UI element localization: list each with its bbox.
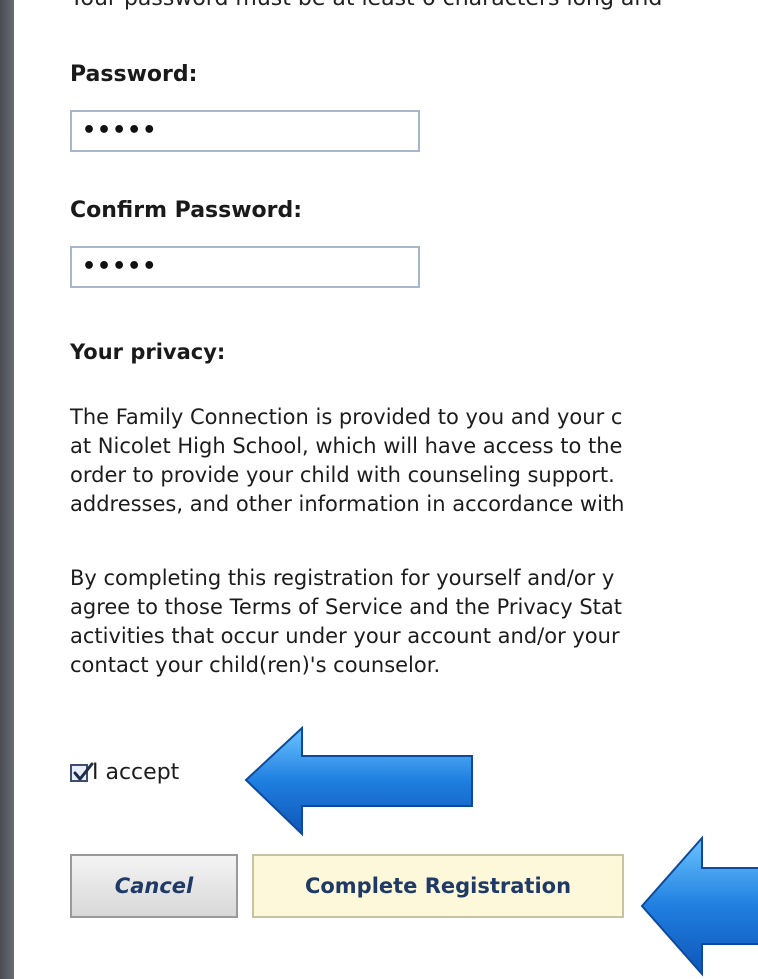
terms-line: activities that occur under your account… xyxy=(70,624,620,648)
terms-line: contact your child(ren)'s counselor. xyxy=(70,653,441,677)
checkmark-icon xyxy=(73,762,94,780)
privacy-line: The Family Connection is provided to you… xyxy=(70,405,623,429)
complete-registration-button[interactable]: Complete Registration xyxy=(252,854,624,918)
privacy-line: at Nicolet High School, which will have … xyxy=(70,434,623,458)
terms-paragraph: By completing this registration for your… xyxy=(70,564,758,680)
window-edge xyxy=(0,0,14,979)
confirm-password-label: Confirm Password: xyxy=(70,198,303,223)
arrow-left-icon xyxy=(640,835,758,977)
accept-row[interactable]: I accept xyxy=(70,760,179,785)
password-field[interactable]: ••••• xyxy=(70,110,420,152)
cancel-button[interactable]: Cancel xyxy=(70,854,238,918)
password-label: Password: xyxy=(70,62,198,87)
registration-panel: Your password must be at least 6 charact… xyxy=(14,0,758,979)
privacy-heading: Your privacy: xyxy=(70,340,226,364)
privacy-paragraph: The Family Connection is provided to you… xyxy=(70,403,758,519)
privacy-line: addresses, and other information in acco… xyxy=(70,492,625,516)
accept-checkbox[interactable] xyxy=(70,762,94,782)
arrow-left-icon xyxy=(244,726,473,837)
password-hint: Your password must be at least 6 charact… xyxy=(70,0,662,11)
confirm-password-field[interactable]: ••••• xyxy=(70,246,420,288)
privacy-line: order to provide your child with counsel… xyxy=(70,463,615,487)
terms-line: agree to those Terms of Service and the … xyxy=(70,595,622,619)
terms-line: By completing this registration for your… xyxy=(70,566,615,590)
accept-label: I accept xyxy=(92,760,180,785)
